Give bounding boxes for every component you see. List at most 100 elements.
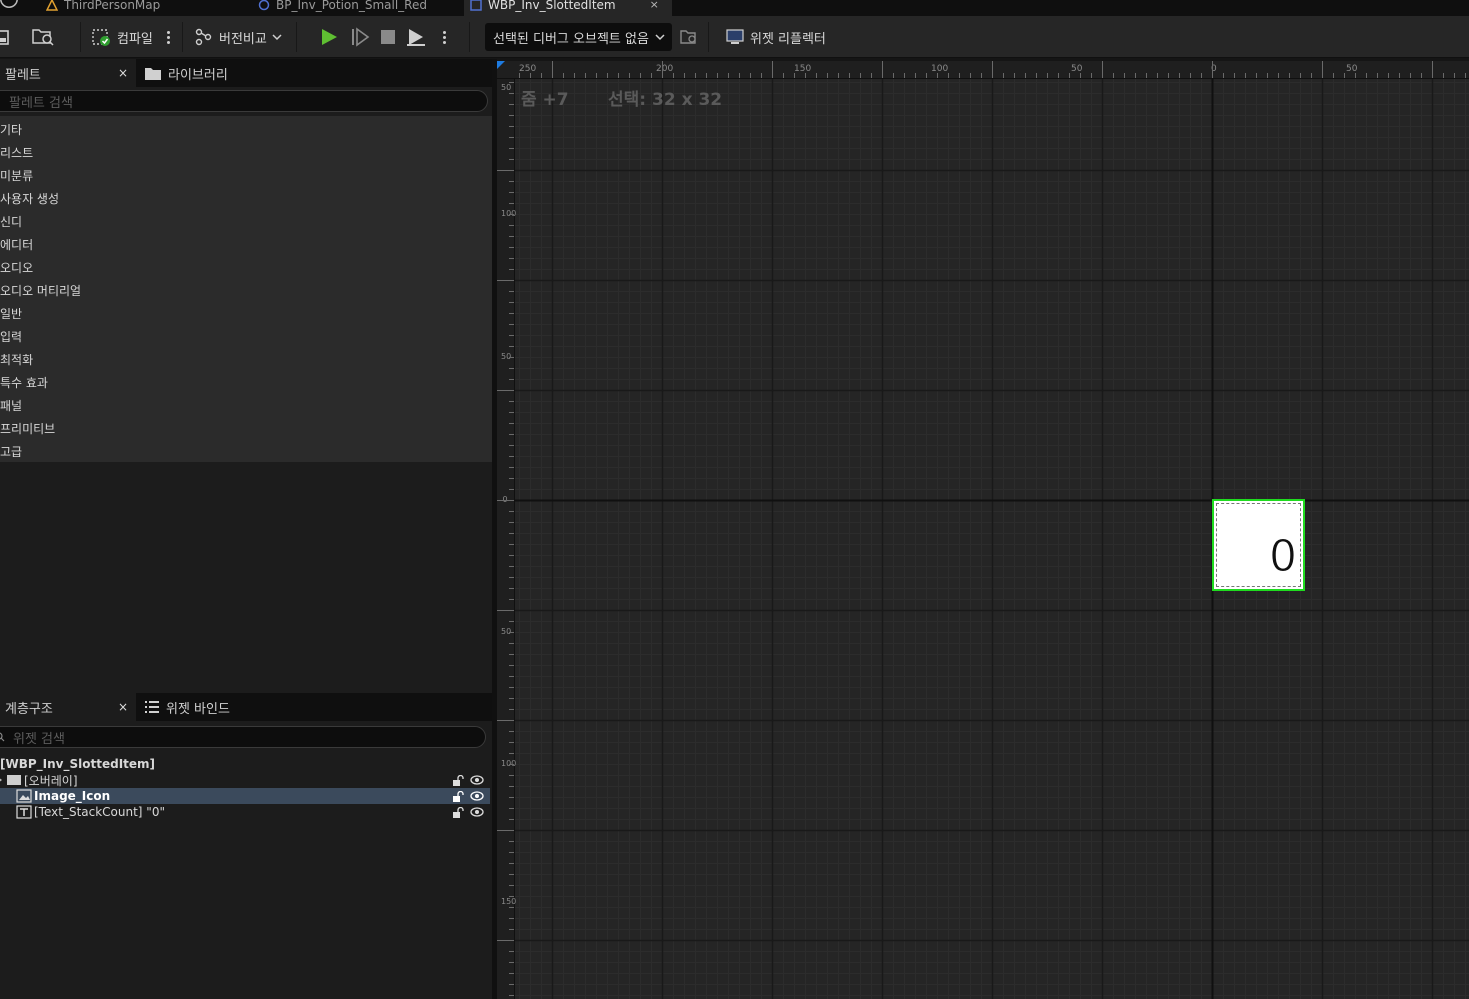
tab-label: BP_Inv_Potion_Small_Red <box>276 0 427 12</box>
stop-button[interactable] <box>379 16 397 58</box>
tab-palette[interactable]: 팔레트 × <box>0 59 136 87</box>
palette-category[interactable]: 프리미티브 <box>0 420 55 437</box>
row-controls <box>452 774 484 786</box>
ruler-tick <box>509 566 514 567</box>
tree-root-row[interactable]: [WBP_Inv_SlottedItem] <box>0 756 490 772</box>
more-options-icon <box>165 30 171 44</box>
ruler-tick <box>1245 73 1246 78</box>
debug-browse-button[interactable] <box>680 16 698 58</box>
ruler-tick <box>838 73 839 78</box>
palette-category[interactable]: 오디오 <box>0 259 33 276</box>
ruler-tick <box>509 676 514 677</box>
ruler-tick <box>497 830 514 831</box>
eject-possess-button[interactable] <box>405 16 427 58</box>
compile-button[interactable]: 컴파일 <box>92 16 153 58</box>
visibility-eye-icon[interactable] <box>470 791 484 801</box>
designer-canvas[interactable]: 줌 +7 선택: 32 x 32 0 50 100 50 0 50 100 15… <box>497 61 1469 999</box>
overlay-icon <box>7 775 21 785</box>
play-button[interactable] <box>319 16 339 58</box>
palette-category[interactable]: 사용자 생성 <box>0 190 59 207</box>
visibility-eye-icon[interactable] <box>470 807 484 817</box>
tree-row-overlay[interactable]: [오버레이] <box>0 772 490 788</box>
diff-button[interactable]: 버전비교 <box>194 16 282 58</box>
app-logo[interactable] <box>0 0 20 16</box>
tab-close-icon[interactable]: × <box>650 0 659 11</box>
compile-options-button[interactable] <box>165 16 171 58</box>
ruler-tick <box>673 73 674 78</box>
palette-category[interactable]: 오디오 머티리얼 <box>0 282 81 299</box>
palette-category[interactable]: 리스트 <box>0 144 33 161</box>
tab-widget-bindings[interactable]: 위젯 바인드 <box>140 693 290 721</box>
zoom-level-label: 줌 +7 <box>521 90 569 110</box>
palette-category[interactable]: 고급 <box>0 443 22 460</box>
palette-category[interactable]: 신디 <box>0 213 22 230</box>
ruler-tick <box>772 61 773 78</box>
tab-label: 팔레트 <box>5 67 41 83</box>
unreal-logo-icon <box>0 0 18 8</box>
ruler-tick <box>509 203 514 204</box>
palette-category[interactable]: 기타 <box>0 121 22 138</box>
play-options-button[interactable] <box>441 16 447 58</box>
ruler-tick <box>509 379 514 380</box>
palette-search-input[interactable]: 팔레트 검색 <box>0 90 488 112</box>
palette-category[interactable]: 패널 <box>0 397 22 414</box>
tree-item-label: Image_Icon <box>34 789 111 803</box>
ruler-tick <box>629 73 630 78</box>
ruler-tick <box>509 918 514 919</box>
palette-category[interactable]: 입력 <box>0 328 22 345</box>
tab-hierarchy[interactable]: 계층구조 × <box>0 693 136 721</box>
tree-row-text-stackcount[interactable]: [Text_StackCount] "0" <box>0 804 490 820</box>
close-icon[interactable]: × <box>118 66 128 80</box>
save-icon <box>0 30 9 45</box>
debug-object-dropdown[interactable]: 선택된 디버그 오브젝트 없음 <box>485 23 672 51</box>
ruler-tick <box>509 896 514 897</box>
vertical-ruler: 50 100 50 0 50 100 150 <box>497 61 517 999</box>
tab-bp-inv-potion[interactable]: BP_Inv_Potion_Small_Red <box>258 0 458 16</box>
ruler-tick <box>509 236 514 237</box>
ruler-tick <box>1047 73 1048 78</box>
ruler-tick <box>849 73 850 78</box>
ruler-tick <box>1036 73 1037 78</box>
close-icon[interactable]: × <box>118 700 128 714</box>
tree-row-image-icon[interactable]: Image_Icon <box>0 788 490 804</box>
browse-button[interactable] <box>32 16 56 58</box>
palette-category[interactable]: 일반 <box>0 305 22 322</box>
tab-library[interactable]: 라이브러리 <box>140 59 290 87</box>
ruler-tick <box>509 973 514 974</box>
ruler-tick <box>1366 73 1367 78</box>
lock-open-icon[interactable] <box>452 790 464 802</box>
palette-category[interactable]: 미분류 <box>0 167 33 184</box>
ruler-tick <box>509 753 514 754</box>
ruler-tick <box>509 335 514 336</box>
widget-reflector-button[interactable]: 위젯 리플렉터 <box>725 16 826 58</box>
find-in-browser-icon <box>32 29 54 46</box>
folder-icon <box>145 67 161 80</box>
selected-widget-preview[interactable]: 0 <box>1212 499 1305 591</box>
tab-thirdpersonmap[interactable]: ThirdPersonMap <box>46 0 246 16</box>
palette-category[interactable]: 최적화 <box>0 351 33 368</box>
ruler-tick <box>970 73 971 78</box>
ruler-tick <box>497 500 514 501</box>
ruler-tick <box>662 61 663 78</box>
ruler-tick <box>509 456 514 457</box>
compile-label: 컴파일 <box>117 31 153 47</box>
ruler-tick <box>783 73 784 78</box>
ruler-tick <box>509 148 514 149</box>
ruler-label: 150 <box>501 897 517 906</box>
ruler-tick <box>1311 73 1312 78</box>
palette-category[interactable]: 특수 효과 <box>0 374 48 391</box>
palette-category[interactable]: 에디터 <box>0 236 33 253</box>
ruler-tick <box>509 313 514 314</box>
widget-search-input[interactable]: 위젯 검색 <box>0 726 486 748</box>
tab-wbp-inv-slotteditem[interactable]: WBP_Inv_SlottedItem × <box>464 0 672 16</box>
resume-step-button[interactable] <box>350 16 370 58</box>
visibility-eye-icon[interactable] <box>470 775 484 785</box>
save-button[interactable] <box>0 16 10 58</box>
lock-open-icon[interactable] <box>452 806 464 818</box>
ruler-tick <box>509 181 514 182</box>
ruler-tick <box>509 764 514 765</box>
ruler-tick <box>1454 73 1455 78</box>
ruler-tick <box>509 489 514 490</box>
ruler-tick <box>871 73 872 78</box>
lock-open-icon[interactable] <box>452 774 464 786</box>
